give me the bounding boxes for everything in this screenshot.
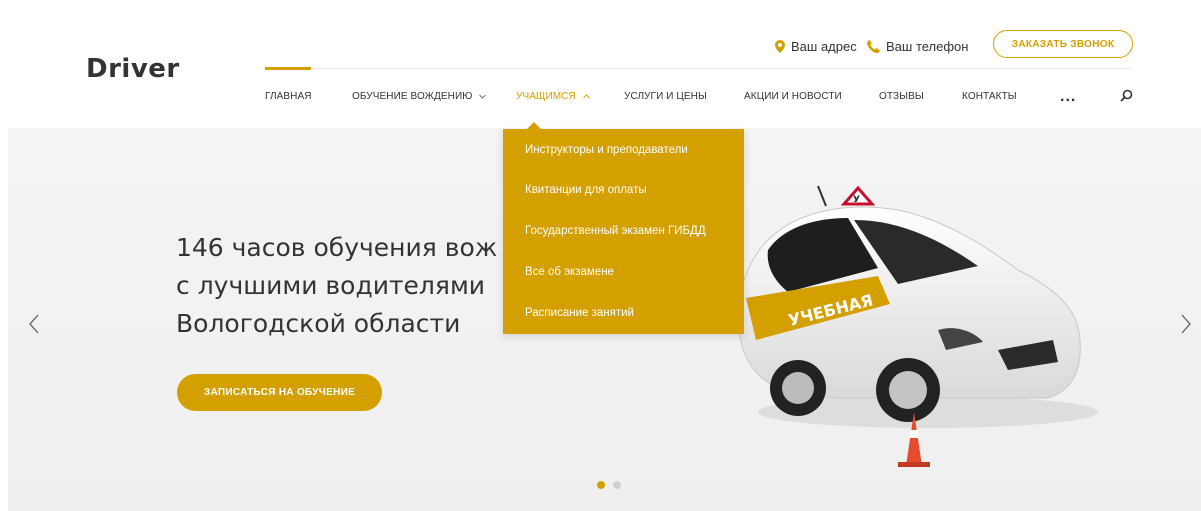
nav-item-driving-training[interactable]: ОБУЧЕНИЕ ВОЖДЕНИЮ bbox=[352, 91, 487, 102]
chevron-up-icon bbox=[582, 94, 590, 99]
enroll-button[interactable]: ЗАПИСАТЬСЯ НА ОБУЧЕНИЕ bbox=[177, 374, 382, 411]
nav-item-label: УСЛУГИ И ЦЕНЫ bbox=[624, 91, 707, 102]
roof-sign-letter: У bbox=[853, 195, 860, 205]
dropdown-item-state-exam[interactable]: Государственный экзамен ГИБДД bbox=[525, 225, 706, 237]
nav-item-label: ОТЗЫВЫ bbox=[879, 91, 924, 102]
location-pin-icon bbox=[775, 39, 785, 53]
nav-item-services-prices[interactable]: УСЛУГИ И ЦЕНЫ bbox=[624, 91, 707, 102]
site-logo[interactable]: Driver bbox=[86, 54, 180, 84]
address-link[interactable]: Ваш адрес bbox=[775, 33, 857, 59]
nav-item-reviews[interactable]: ОТЗЫВЫ bbox=[879, 91, 924, 102]
dropdown-notch bbox=[527, 122, 541, 129]
hero-headline: 146 часов обучения вож с лучшими водител… bbox=[176, 229, 516, 343]
students-dropdown-menu: Инструкторы и преподаватели Квитанции дл… bbox=[503, 129, 744, 334]
nav-item-label: ОБУЧЕНИЕ ВОЖДЕНИЮ bbox=[352, 91, 473, 102]
order-callback-button[interactable]: ЗАКАЗАТЬ ЗВОНОК bbox=[993, 30, 1133, 58]
dropdown-item-schedule[interactable]: Расписание занятий bbox=[525, 307, 634, 319]
dropdown-item-instructors[interactable]: Инструкторы и преподаватели bbox=[525, 144, 688, 156]
nav-item-promos-news[interactable]: АКЦИИ И НОВОСТИ bbox=[744, 91, 842, 102]
headline-line: с лучшими водителями bbox=[176, 271, 486, 300]
dropdown-item-receipts[interactable]: Квитанции для оплаты bbox=[525, 184, 647, 196]
nav-item-home[interactable]: ГЛАВНАЯ bbox=[265, 91, 312, 102]
arrow-right-icon[interactable] bbox=[1180, 314, 1192, 334]
phone-label: Ваш телефон bbox=[886, 38, 969, 54]
headline-line: Вологодской области bbox=[176, 309, 461, 338]
nav-item-students[interactable]: УЧАЩИМСЯ bbox=[516, 91, 591, 102]
search-icon[interactable] bbox=[1120, 89, 1134, 103]
nav-more-button[interactable]: ... bbox=[1060, 89, 1076, 105]
nav-item-label: УЧАЩИМСЯ bbox=[516, 91, 576, 102]
phone-icon bbox=[867, 39, 880, 53]
slider-pagination bbox=[597, 481, 621, 489]
chevron-down-icon bbox=[479, 94, 487, 99]
nav-item-contacts[interactable]: КОНТАКТЫ bbox=[962, 91, 1017, 102]
slide-dot[interactable] bbox=[613, 481, 621, 489]
headline-line: 146 часов обучения вож bbox=[176, 233, 498, 262]
address-label: Ваш адрес bbox=[791, 38, 857, 54]
header-divider bbox=[266, 68, 1132, 69]
training-car-illustration: УЧЕБНАЯ У bbox=[737, 185, 1098, 467]
nav-active-indicator bbox=[265, 67, 311, 70]
nav-item-label: КОНТАКТЫ bbox=[962, 91, 1017, 102]
main-nav: ГЛАВНАЯ ОБУЧЕНИЕ ВОЖДЕНИЮ УЧАЩИМСЯ УСЛУГ… bbox=[0, 91, 1201, 107]
dropdown-item-exam-info[interactable]: Все об экзамене bbox=[525, 266, 614, 278]
nav-item-label: ГЛАВНАЯ bbox=[265, 91, 312, 102]
arrow-left-icon[interactable] bbox=[28, 314, 40, 334]
nav-item-label: АКЦИИ И НОВОСТИ bbox=[744, 91, 842, 102]
slide-dot-active[interactable] bbox=[597, 481, 605, 489]
phone-link[interactable]: Ваш телефон bbox=[867, 33, 968, 59]
